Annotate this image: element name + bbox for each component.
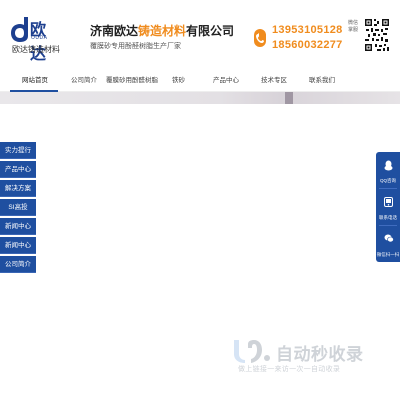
qr-code-icon (364, 17, 390, 53)
side-menu-item[interactable]: 实力提行 (0, 142, 36, 159)
nav-item-contact[interactable]: 联系我们 (309, 74, 335, 84)
logo-mark-icon (11, 17, 28, 42)
site-header: 欧达 OUDA 欧达铸造材料 济南欧达铸造材料有限公司 覆膜砂专用酚醛树脂生产厂… (0, 0, 400, 66)
nav-item-iron-sand[interactable]: 铁砂 (172, 74, 185, 84)
watermark-logo-icon (234, 340, 270, 363)
phone-icon (254, 29, 266, 47)
side-menu-item[interactable]: 解决方案 (0, 180, 36, 197)
company-slogan: 覆膜砂专用酚醛树脂生产厂家 (90, 43, 181, 50)
side-menu-item[interactable]: SI高投 (0, 199, 36, 216)
contact-phone-label: 联系电话 (379, 215, 397, 220)
wechat-scan-button[interactable]: 微信扫一扫 (376, 226, 400, 262)
hero-banner (0, 92, 400, 104)
company-name-prefix: 济南欧达 (90, 24, 139, 38)
floating-service-panel: QQ咨询 联系电话 微信扫一扫 (376, 152, 400, 262)
nav-item-about[interactable]: 公司简介 (71, 74, 97, 84)
logo-sub-text: OUDA (31, 35, 48, 41)
side-menu-item[interactable]: 公司简介 (0, 256, 36, 273)
side-menu-item[interactable]: 新闻中心 (0, 237, 36, 254)
logo-caption: 欧达铸造材料 (12, 45, 60, 54)
company-name-suffix: 有限公司 (186, 24, 235, 38)
company-name-highlight: 铸造材料 (138, 24, 187, 38)
qr-label: 微信掌服 (347, 20, 358, 33)
phone-number-1[interactable]: 13953105128 (272, 24, 343, 36)
phone-icon (384, 197, 393, 207)
watermark-title: 自动秒收录 (276, 345, 364, 364)
watermark-subtitle: 做上链接一来访一次一自动收录 (238, 366, 341, 373)
nav-item-products[interactable]: 产品中心 (213, 74, 239, 84)
nav-item-home[interactable]: 网站首页 (22, 74, 48, 84)
side-menu-item[interactable]: 新闻中心 (0, 218, 36, 235)
nav-item-resin[interactable]: 覆膜砂用酚醛树脂 (106, 74, 158, 84)
qq-consult-label: QQ咨询 (379, 178, 396, 183)
side-menu-item[interactable]: 产品中心 (0, 161, 36, 178)
banner-figure (285, 92, 293, 104)
company-name: 济南欧达铸造材料有限公司 (90, 22, 234, 39)
nav-item-technology[interactable]: 技术专区 (261, 74, 287, 84)
main-nav: 网站首页 公司简介 覆膜砂用酚醛树脂 铁砂 产品中心 技术专区 联系我们 (0, 66, 400, 92)
contact-phone-button[interactable]: 联系电话 (376, 189, 400, 225)
qq-icon (384, 160, 393, 171)
phone-number-2[interactable]: 18560032277 (272, 39, 343, 51)
wechat-scan-label: 微信扫一扫 (376, 252, 400, 257)
wechat-icon (384, 234, 394, 243)
qq-consult-button[interactable]: QQ咨询 (376, 152, 400, 188)
watermark: 自动秒收录 做上链接一来访一次一自动收录 (230, 336, 390, 376)
